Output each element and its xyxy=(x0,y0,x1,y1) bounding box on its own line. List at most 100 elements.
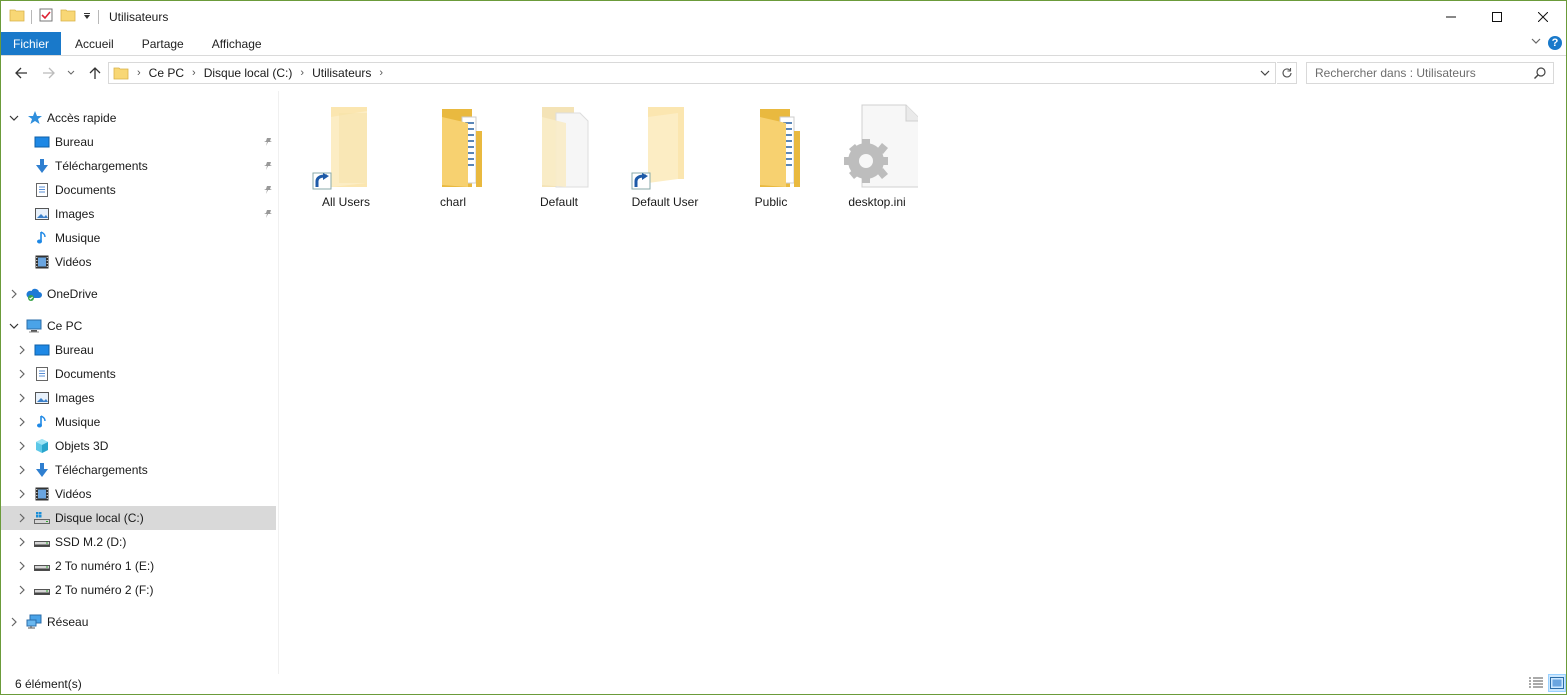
chevron-right-icon[interactable] xyxy=(16,416,28,428)
nav-network[interactable]: Réseau xyxy=(1,610,276,634)
search-input[interactable] xyxy=(1315,66,1530,80)
title-bar: Utilisateurs xyxy=(1,1,1566,32)
tab-affichage[interactable]: Affichage xyxy=(198,32,276,55)
nav-pc-disque-local-c[interactable]: Disque local (C:) xyxy=(1,506,276,530)
chevron-right-icon[interactable] xyxy=(16,536,28,548)
nav-label: Téléchargements xyxy=(55,159,148,173)
nav-label: Téléchargements xyxy=(55,463,148,477)
view-switcher xyxy=(1527,674,1566,692)
chevron-right-icon[interactable] xyxy=(16,584,28,596)
nav-pc-2to-e[interactable]: 2 To numéro 1 (E:) xyxy=(1,554,276,578)
properties-icon[interactable] xyxy=(38,7,54,26)
nav-pc-musique[interactable]: Musique xyxy=(1,410,276,434)
nav-quick-musique[interactable]: Musique xyxy=(1,226,276,250)
forward-button[interactable] xyxy=(38,62,60,84)
nav-quick-bureau[interactable]: Bureau xyxy=(1,130,276,154)
address-dropdown-button[interactable] xyxy=(1259,67,1271,82)
details-view-button[interactable] xyxy=(1527,674,1545,692)
maximize-button[interactable] xyxy=(1474,1,1520,32)
nav-label: Images xyxy=(55,207,95,221)
search-box[interactable] xyxy=(1306,62,1554,84)
chevron-right-icon[interactable]: › xyxy=(190,67,198,79)
tab-accueil[interactable]: Accueil xyxy=(61,32,128,55)
tab-partage[interactable]: Partage xyxy=(128,32,198,55)
chevron-down-icon[interactable] xyxy=(8,320,20,332)
breadcrumb-disque-local[interactable]: Disque local (C:) xyxy=(198,66,299,80)
search-icon[interactable] xyxy=(1533,66,1547,83)
arrow-up-icon xyxy=(89,67,101,79)
nav-pc-objets-3d[interactable]: Objets 3D xyxy=(1,434,276,458)
nav-label: Documents xyxy=(55,183,116,197)
folder-shortcut-icon xyxy=(309,103,387,191)
large-icons-view-button[interactable] xyxy=(1548,674,1566,692)
nav-label: Bureau xyxy=(55,343,94,357)
folder-empty-icon xyxy=(522,103,600,191)
chevron-right-icon[interactable]: › xyxy=(377,67,385,79)
chevron-right-icon[interactable] xyxy=(16,560,28,572)
pin-icon[interactable] xyxy=(263,136,273,150)
chevron-right-icon[interactable] xyxy=(16,368,28,380)
chevron-right-icon[interactable] xyxy=(16,464,28,476)
ribbon-tabs: Fichier Accueil Partage Affichage ? xyxy=(1,32,1566,56)
file-item-all-users[interactable]: All Users xyxy=(293,103,399,209)
chevron-down-icon[interactable] xyxy=(8,112,20,124)
nav-label: OneDrive xyxy=(47,287,98,301)
nav-label: Objets 3D xyxy=(55,439,109,453)
pin-icon[interactable] xyxy=(263,208,273,222)
desktop-icon xyxy=(34,134,50,150)
status-bar: 6 élément(s) xyxy=(1,674,1566,694)
nav-pc-ssd-d[interactable]: SSD M.2 (D:) xyxy=(1,530,276,554)
nav-pc-bureau[interactable]: Bureau xyxy=(1,338,276,362)
chevron-right-icon[interactable] xyxy=(8,288,20,300)
refresh-icon xyxy=(1281,68,1292,78)
nav-quick-telechargements[interactable]: Téléchargements xyxy=(1,154,276,178)
breadcrumb-ce-pc[interactable]: Ce PC xyxy=(143,66,190,80)
nav-this-pc[interactable]: Ce PC xyxy=(1,314,276,338)
nav-pc-documents[interactable]: Documents xyxy=(1,362,276,386)
nav-pc-videos[interactable]: Vidéos xyxy=(1,482,276,506)
nav-pc-telechargements[interactable]: Téléchargements xyxy=(1,458,276,482)
tab-fichier[interactable]: Fichier xyxy=(1,32,62,55)
nav-label: Images xyxy=(55,391,95,405)
file-item-public[interactable]: Public xyxy=(718,103,824,209)
back-button[interactable] xyxy=(10,62,32,84)
address-bar[interactable]: › Ce PC › Disque local (C:) › Utilisateu… xyxy=(108,62,1276,84)
nav-pc-2to-f[interactable]: 2 To numéro 2 (F:) xyxy=(1,578,276,602)
nav-quick-documents[interactable]: Documents xyxy=(1,178,276,202)
file-item-desktop-ini[interactable]: desktop.ini xyxy=(824,103,930,209)
nav-quick-access[interactable]: Accès rapide xyxy=(1,106,276,130)
help-icon[interactable]: ? xyxy=(1548,35,1562,50)
file-item-default-user[interactable]: Default User xyxy=(612,103,718,209)
videos-icon xyxy=(34,486,50,502)
nav-onedrive[interactable]: OneDrive xyxy=(1,282,276,306)
recent-locations-button[interactable] xyxy=(63,62,79,84)
file-item-charl[interactable]: charl xyxy=(400,103,506,209)
chevron-right-icon[interactable] xyxy=(16,344,28,356)
breadcrumb-utilisateurs[interactable]: Utilisateurs xyxy=(306,66,377,80)
chevron-right-icon[interactable] xyxy=(16,488,28,500)
nav-quick-videos[interactable]: Vidéos xyxy=(1,250,276,274)
nav-label: 2 To numéro 1 (E:) xyxy=(55,559,155,573)
chevron-right-icon[interactable] xyxy=(16,512,28,524)
download-icon xyxy=(34,158,50,174)
folder-icon xyxy=(113,65,129,81)
pin-icon[interactable] xyxy=(263,184,273,198)
chevron-right-icon[interactable] xyxy=(16,392,28,404)
up-button[interactable] xyxy=(84,62,106,84)
nav-label: Documents xyxy=(55,367,116,381)
file-item-default[interactable]: Default xyxy=(506,103,612,209)
chevron-right-icon[interactable] xyxy=(16,440,28,452)
chevron-right-icon[interactable]: › xyxy=(298,67,306,79)
nav-quick-images[interactable]: Images xyxy=(1,202,276,226)
chevron-right-icon[interactable] xyxy=(8,616,20,628)
chevron-right-icon[interactable]: › xyxy=(135,67,143,79)
pin-icon[interactable] xyxy=(263,160,273,174)
expand-ribbon-icon[interactable] xyxy=(1530,35,1542,50)
minimize-button[interactable] xyxy=(1428,1,1474,32)
refresh-button[interactable] xyxy=(1277,62,1297,84)
nav-pc-images[interactable]: Images xyxy=(1,386,276,410)
quick-access-toolbar xyxy=(1,7,99,26)
close-button[interactable] xyxy=(1520,1,1566,32)
new-folder-icon[interactable] xyxy=(60,7,76,26)
customize-toolbar-icon[interactable] xyxy=(82,10,92,24)
